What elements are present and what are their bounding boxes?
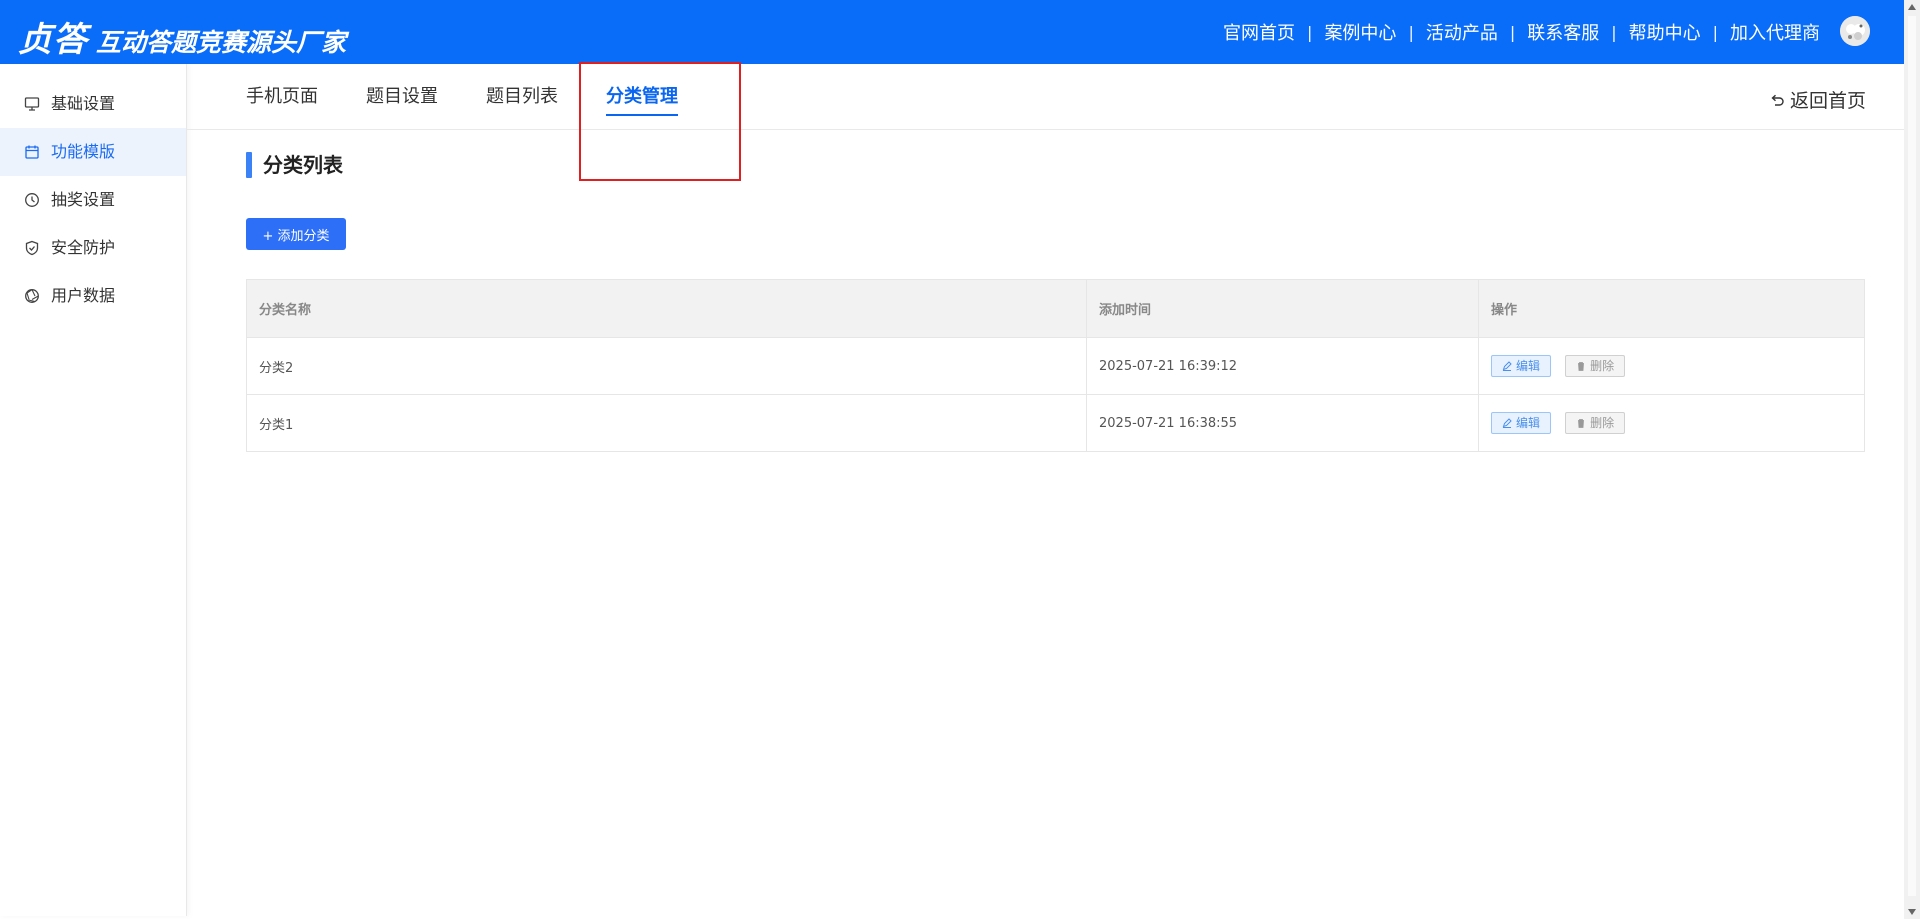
column-header-name: 分类名称 [246,279,1087,338]
delete-button[interactable]: 删除 [1565,355,1626,377]
scroll-thumb[interactable] [1908,16,1916,896]
trash-icon [1578,419,1585,428]
delete-button[interactable]: 删除 [1565,412,1626,434]
sidebar-item-label: 功能模版 [51,142,116,161]
top-nav: 官网首页 | 案例中心 | 活动产品 | 联系客服 | 帮助中心 | 加入代理商 [1223,0,1820,64]
nav-separator: | [1408,22,1414,42]
category-time-cell: 2025-07-21 16:38:55 [1086,394,1479,452]
delete-label: 删除 [1590,416,1615,430]
tab-bar: 手机页面 题目设置 题目列表 分类管理 返回首页 [187,64,1904,130]
edit-label: 编辑 [1516,359,1541,373]
column-header-actions: 操作 [1478,279,1865,338]
sidebar-item-feature-templates[interactable]: 功能模版 [0,128,186,176]
top-header: 贞答 互动答题竞赛源头厂家 官网首页 | 案例中心 | 活动产品 | 联系客服 … [0,0,1904,64]
aperture-icon [25,289,39,303]
pencil-icon [1502,361,1512,371]
section-title: 分类列表 [246,152,343,178]
delete-label: 删除 [1590,359,1615,373]
nav-official-home[interactable]: 官网首页 [1223,19,1295,45]
nav-case-center[interactable]: 案例中心 [1324,19,1396,45]
tab-question-settings[interactable]: 题目设置 [366,82,438,114]
undo-arrow-icon [1771,94,1784,106]
calendar-icon [25,145,39,159]
nav-activity-products[interactable]: 活动产品 [1426,19,1498,45]
category-actions-cell: 编辑 删除 [1478,394,1865,452]
sidebar: 基础设置 功能模版 抽奖设置 安全防护 用户数据 [0,64,187,916]
tab-category-management[interactable]: 分类管理 [606,82,678,116]
tab-mobile-page[interactable]: 手机页面 [246,82,318,114]
edit-button[interactable]: 编辑 [1491,412,1552,434]
table-header-row: 分类名称 添加时间 操作 [246,279,1865,338]
sidebar-item-label: 基础设置 [51,94,116,113]
category-table: 分类名称 添加时间 操作 分类2 2025-07-21 16:39:12 编辑 … [246,279,1865,452]
nav-separator: | [1307,22,1313,42]
avatar[interactable] [1840,16,1870,46]
category-name-cell: 分类1 [246,394,1087,452]
edit-button[interactable]: 编辑 [1491,355,1552,377]
sidebar-item-label: 用户数据 [51,286,116,305]
nav-separator: | [1509,22,1516,42]
category-name-cell: 分类2 [246,337,1087,395]
sidebar-item-label: 安全防护 [51,238,116,257]
page-scrollbar[interactable] [1904,0,1920,919]
shield-icon [25,240,39,256]
brand-slogan: 互动答题竞赛源头厂家 [96,28,347,57]
add-category-button[interactable]: + 添加分类 [246,218,346,250]
category-actions-cell: 编辑 删除 [1478,337,1865,395]
back-home-link[interactable]: 返回首页 [1769,86,1866,113]
nav-join-agent[interactable]: 加入代理商 [1730,19,1820,45]
nav-separator: | [1712,22,1718,42]
sidebar-item-security[interactable]: 安全防护 [0,224,186,272]
tab-question-list[interactable]: 题目列表 [486,82,558,114]
edit-label: 编辑 [1516,416,1541,430]
nav-separator: | [1611,22,1617,42]
category-time-cell: 2025-07-21 16:39:12 [1086,337,1479,395]
column-header-time: 添加时间 [1086,279,1479,338]
nav-help-center[interactable]: 帮助中心 [1629,19,1701,45]
monitor-icon [24,97,40,111]
table-row: 分类2 2025-07-21 16:39:12 编辑 删除 [246,337,1865,395]
pencil-icon [1502,418,1512,428]
sidebar-item-basic-settings[interactable]: 基础设置 [0,80,186,128]
clock-icon [25,193,39,207]
brand[interactable]: 贞答 互动答题竞赛源头厂家 [18,12,346,60]
table-row: 分类1 2025-07-21 16:38:55 编辑 删除 [246,394,1865,452]
scroll-down-arrow-icon[interactable] [1908,909,1916,915]
sidebar-item-lottery-settings[interactable]: 抽奖设置 [0,176,186,224]
sidebar-item-label: 抽奖设置 [51,190,116,209]
sidebar-item-user-data[interactable]: 用户数据 [0,272,186,320]
brand-logo[interactable]: 贞答 [18,12,88,61]
nav-contact-support[interactable]: 联系客服 [1527,19,1599,45]
trash-icon [1578,362,1585,371]
scroll-up-arrow-icon[interactable] [1908,4,1916,10]
back-home-label: 返回首页 [1789,90,1866,112]
